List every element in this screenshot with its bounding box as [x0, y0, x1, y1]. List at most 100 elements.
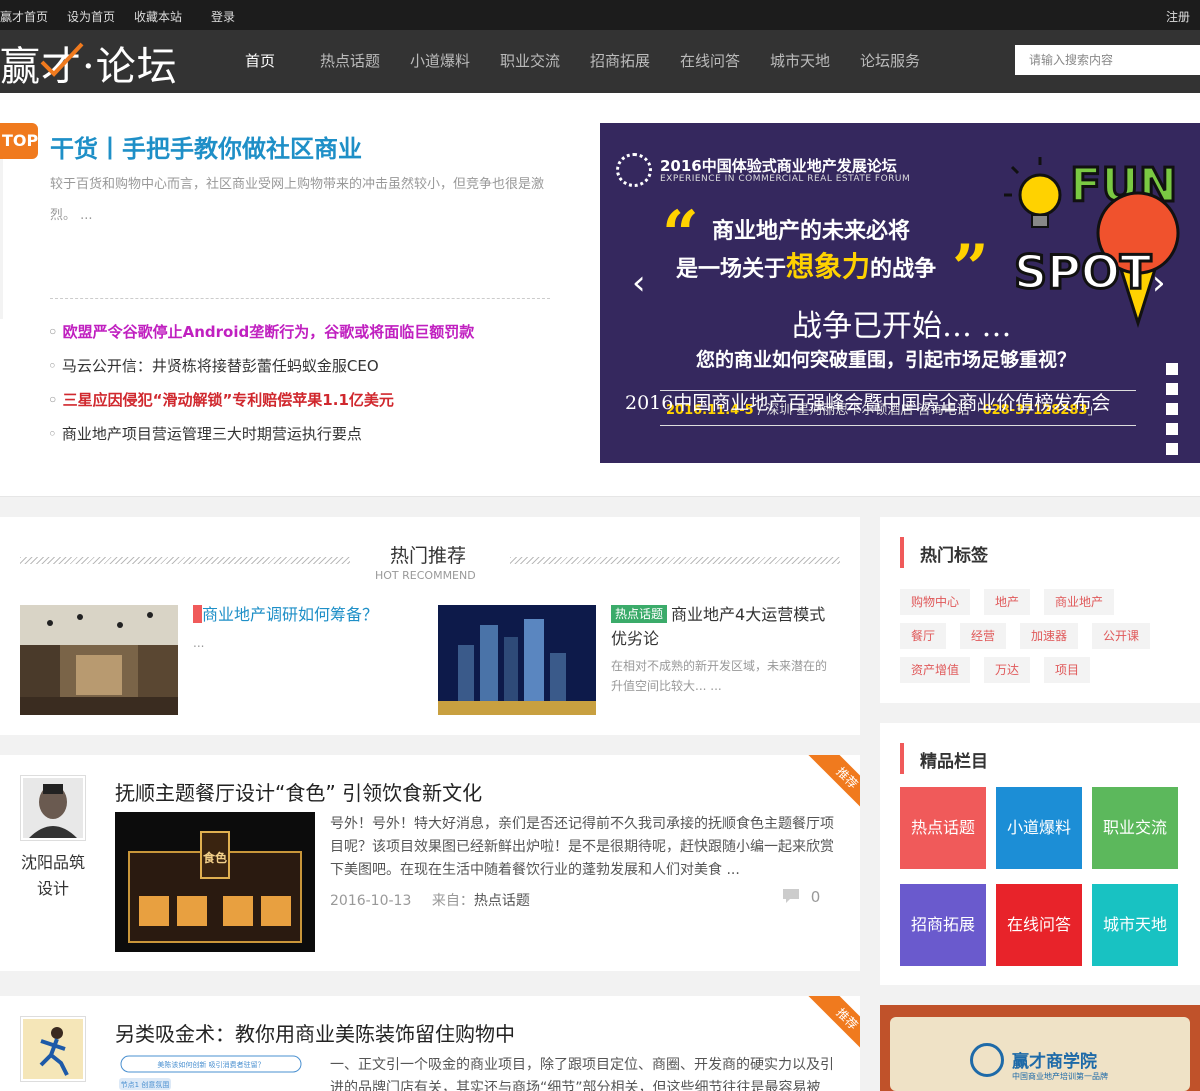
headline-title[interactable]: 干货丨手把手教你做社区商业 — [50, 129, 362, 164]
column-tile-hot[interactable]: 热点话题 — [900, 787, 986, 869]
news-item[interactable]: 商业地产项目营运管理三大时期营运执行要点 — [48, 423, 568, 457]
banner-line-2-highlight: 想象力 — [786, 250, 871, 283]
comment-count[interactable]: 0 — [782, 888, 820, 906]
category-tag[interactable]: 热点话题 — [611, 605, 668, 623]
article-category[interactable]: 热点话题 — [474, 893, 530, 909]
dashed-divider — [50, 298, 550, 299]
banner-line-4: 您的商业如何突破重围，引起市场足够重视？ — [696, 349, 1077, 371]
comment-count-value: 0 — [810, 888, 821, 906]
carousel-dot[interactable] — [1166, 423, 1178, 435]
nav-item-leasing[interactable]: 招商拓展 — [575, 30, 665, 93]
fun-spot-graphic: FUN SPOT — [1004, 157, 1180, 328]
article-excerpt: 号外！号外！特大好消息，亲们是否还记得前不久我司承接的抚顺食色主题餐厅项目呢？该… — [330, 816, 834, 878]
author-name[interactable]: 沈阳品筑设计 — [15, 850, 91, 902]
top-utility-bar: 赢才首页 设为首页 收藏本站 登录 注册 — [0, 0, 1200, 30]
carousel-dot[interactable] — [1166, 403, 1178, 415]
runner-illustration — [23, 1019, 83, 1079]
article-meta: 2016-10-13 来自：热点话题 — [330, 890, 530, 910]
link-login[interactable]: 登录 — [211, 8, 235, 25]
recommended-ribbon: 推荐 — [794, 996, 860, 1062]
link-register[interactable]: 注册 — [1166, 8, 1190, 25]
restaurant-sign: 食色 — [202, 850, 227, 865]
carousel-prev-button[interactable]: ‹ — [632, 263, 646, 303]
tag-chip[interactable]: 购物中心 — [900, 589, 971, 615]
recommend-item-title[interactable]: 热点话题 商业地产4大运营模式优劣论 — [611, 603, 841, 651]
featured-columns-title: 精品栏目 — [900, 743, 988, 774]
recommend-subtitle: HOT RECOMMEND — [375, 569, 476, 582]
news-item[interactable]: 马云公开信：井贤栋将接替彭蕾任蚂蚁金服CEO — [48, 355, 568, 389]
recommend-thumb-mall[interactable] — [20, 605, 178, 715]
logo-char-1: 赢 — [0, 44, 41, 90]
carousel-dot[interactable] — [1166, 383, 1178, 395]
article-title[interactable]: 另类吸金术：教你用商业美陈装饰留住购物中 — [115, 1018, 515, 1047]
banner-line-1: 商业地产的未来必将 — [712, 218, 911, 244]
carousel-dot[interactable] — [1166, 443, 1178, 455]
article-date: 2016-10-13 — [330, 893, 412, 909]
column-tile-career[interactable]: 职业交流 — [1092, 787, 1178, 869]
ad-title: 赢才商学院 — [1012, 1052, 1097, 1072]
hatch-divider — [20, 557, 350, 564]
recommend-item-title[interactable]: 商业地产调研如何筹备？ — [193, 603, 393, 627]
link-home[interactable]: 赢才首页 — [0, 8, 48, 25]
column-tile-city[interactable]: 城市天地 — [1092, 884, 1178, 966]
banner-line-3: 战争已开始… … — [792, 309, 1012, 344]
infographic-node: 节点1 创意氛围 — [121, 1080, 170, 1089]
tag-chip[interactable]: 餐厅 — [900, 623, 947, 649]
carousel-next-button[interactable]: › — [1152, 263, 1166, 303]
article-excerpt: 一、正文引一个吸金的商业项目，除了跟项目定位、商圈、开发商的硬实力以及引进的品牌… — [330, 1057, 834, 1091]
banner-forum-subtitle: EXPERIENCE IN COMMERCIAL REAL ESTATE FOR… — [660, 174, 911, 184]
nav-item-career[interactable]: 职业交流 — [485, 30, 575, 93]
recommend-thumb-city[interactable] — [438, 605, 596, 715]
top-badge: TOP — [0, 123, 38, 159]
carousel-dot[interactable] — [1166, 363, 1178, 375]
restaurant-facade-image: 食色 — [115, 812, 315, 952]
column-tile-leasing[interactable]: 招商拓展 — [900, 884, 986, 966]
hot-tags-title: 热门标签 — [900, 537, 988, 568]
avatar[interactable] — [20, 775, 86, 841]
ad-subtitle: 中国商业地产培训第一品牌 — [1012, 1072, 1108, 1081]
news-item[interactable]: 三星应因侵犯“滑动解锁”专利赔偿苹果1.1亿美元 — [48, 389, 568, 423]
search-input[interactable] — [1015, 45, 1200, 75]
nav-item-home[interactable]: 首页 — [215, 30, 305, 93]
tag-chip[interactable]: 经营 — [960, 623, 1007, 649]
nav-item-hot[interactable]: 热点话题 — [305, 30, 395, 93]
nav-item-city[interactable]: 城市天地 — [755, 30, 845, 93]
tag-chip[interactable]: 地产 — [984, 589, 1031, 615]
banner-line-2-pre: 是一场关于 — [676, 256, 787, 282]
news-item[interactable]: 欧盟严令谷歌停止Android垄断行为，谷歌或将面临巨额罚款 — [48, 321, 568, 355]
academy-logo-icon — [970, 1043, 1004, 1077]
hatch-divider — [510, 557, 840, 564]
column-tile-qa[interactable]: 在线问答 — [996, 884, 1082, 966]
infographic-image: 美陈该如何创新 吸引消费者驻留？ 节点1 创意氛围 — [115, 1054, 315, 1091]
link-set-home[interactable]: 设为首页 — [67, 8, 115, 25]
link-bookmark[interactable]: 收藏本站 — [134, 8, 182, 25]
featured-columns-card: 精品栏目 热点话题 小道爆料 职业交流 招商拓展 在线问答 城市天地 — [880, 723, 1200, 985]
tag-chip[interactable]: 公开课 — [1092, 623, 1151, 649]
recommend-title: 热门推荐 — [390, 545, 467, 567]
avatar[interactable] — [20, 1016, 86, 1082]
carousel-banner[interactable]: 2016中国体验式商业地产发展论坛 EXPERIENCE IN COMMERCI… — [600, 123, 1200, 463]
tag-chip[interactable]: 资产增值 — [900, 657, 971, 683]
city-night-image — [438, 605, 596, 715]
hot-recommend-card: 热门推荐 HOT RECOMMEND 商业地产调研如何筹备？ ... 热点话题商… — [0, 517, 860, 735]
tag-chip[interactable]: 加速器 — [1020, 623, 1079, 649]
tag-chip[interactable]: 万达 — [984, 657, 1031, 683]
recommend-item-desc: 在相对不成熟的新开发区域，未来潜在的升值空间比较大... ... — [611, 659, 828, 693]
article-title[interactable]: 抚顺主题餐厅设计“食色” 引领饮食新文化 — [115, 777, 482, 806]
tag-chip[interactable]: 商业地产 — [1044, 589, 1115, 615]
banner-line-2-post: 的战争 — [870, 256, 937, 282]
article-image[interactable]: 美陈该如何创新 吸引消费者驻留？ 节点1 创意氛围 — [115, 1054, 315, 1091]
main-nav: 赢才·论坛 首页 热点话题 小道爆料 职业交流 招商拓展 在线问答 城市天地 论坛服务 — [0, 30, 1200, 93]
nav-menu: 首页 热点话题 小道爆料 职业交流 招商拓展 在线问答 城市天地 论坛服务 — [215, 30, 935, 93]
article-image[interactable]: 食色 — [115, 812, 315, 952]
nav-item-gossip[interactable]: 小道爆料 — [395, 30, 485, 93]
nav-item-service[interactable]: 论坛服务 — [845, 30, 935, 93]
nav-item-qa[interactable]: 在线问答 — [665, 30, 755, 93]
badge-divider — [0, 159, 3, 319]
academy-ad[interactable]: 赢才商学院 中国商业地产培训第一品牌 — [880, 1005, 1200, 1091]
ad-panel: 赢才商学院 中国商业地产培训第一品牌 — [890, 1017, 1190, 1091]
hot-tags-card: 热门标签 购物中心 地产 商业地产 餐厅 经营 加速器 公开课 资产增值 万达 … — [880, 517, 1200, 703]
column-tile-gossip[interactable]: 小道爆料 — [996, 787, 1082, 869]
tag-chip[interactable]: 项目 — [1044, 657, 1091, 683]
site-logo[interactable]: 赢才·论坛 — [0, 34, 178, 90]
